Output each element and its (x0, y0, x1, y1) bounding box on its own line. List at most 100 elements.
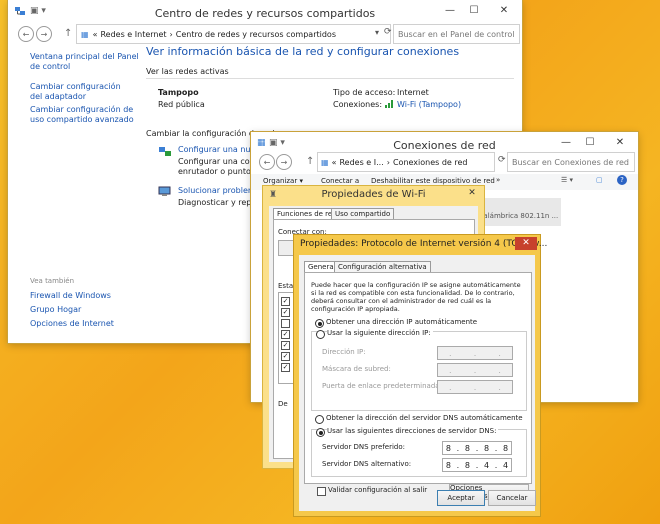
sidebar-link-sharing[interactable]: Cambiar configuración de uso compartido … (30, 105, 140, 125)
gateway-label: Puerta de enlace predeterminada: (322, 382, 442, 390)
organize-menu[interactable]: Organizar ▾ (263, 177, 303, 185)
ip-address-field[interactable]: ... (437, 346, 513, 360)
item-checkbox[interactable] (281, 319, 290, 328)
refresh-icon[interactable]: ⟳ (384, 27, 392, 37)
manual-dns-radio[interactable] (316, 428, 325, 437)
items-list: ✓ ✓ ✓ ✓ ✓ ✓ (278, 292, 294, 384)
address-bar[interactable]: ▦ « Redes e Internet › Centro de redes y… (76, 24, 391, 44)
maximize-button[interactable]: ☐ (578, 132, 602, 152)
octet: 4 (502, 460, 509, 470)
validate-checkbox[interactable] (317, 487, 326, 496)
auto-ip-label[interactable]: Obtener una dirección IP automáticamente (326, 318, 477, 326)
alternate-dns-label: Servidor DNS alternativo: (322, 460, 412, 468)
octet: 8 (502, 443, 509, 453)
subnet-label: Máscara de subred: (322, 365, 391, 373)
address-overflow[interactable]: « (332, 158, 337, 167)
wifi-signal-icon (385, 99, 394, 111)
close-button[interactable]: ✕ (602, 132, 638, 152)
dialog-body: General Configuración alternativa Puede … (299, 255, 535, 511)
breadcrumb-separator: › (386, 157, 390, 167)
ok-button[interactable]: Aceptar (437, 490, 485, 506)
minimize-button[interactable]: — (438, 0, 462, 20)
description-text: Puede hacer que la configuración IP se a… (311, 281, 521, 313)
see-also-homegroup[interactable]: Grupo Hogar (30, 305, 81, 314)
dns-groupbox: Usar las siguientes direcciones de servi… (311, 427, 527, 477)
access-type-value: Internet (397, 88, 429, 97)
description-label: De (278, 400, 288, 408)
address-dropdown-icon[interactable]: ▾ (375, 28, 379, 37)
octet: 8 (464, 443, 470, 453)
forward-button[interactable]: → (276, 154, 292, 170)
connect-to-button[interactable]: Conectar a (321, 177, 359, 185)
minimize-button[interactable]: — (554, 132, 578, 152)
octet: 8 (445, 460, 451, 470)
octet: 4 (483, 460, 490, 470)
forward-button[interactable]: → (36, 26, 52, 42)
breadcrumb-redes[interactable]: Redes e I... (339, 158, 383, 167)
item-checkbox[interactable]: ✓ (281, 297, 290, 306)
item-checkbox[interactable]: ✓ (281, 363, 290, 372)
close-button[interactable]: ✕ (515, 237, 537, 250)
preview-pane-icon[interactable]: ▢ (596, 176, 603, 184)
titlebar[interactable]: ▣ ▾ Centro de redes y recursos compartid… (8, 0, 522, 26)
address-bar[interactable]: ▦ « Redes e I... › Conexiones de red (317, 152, 495, 172)
search-placeholder: Buscar en el Panel de control (398, 29, 515, 39)
see-also-firewall[interactable]: Firewall de Windows (30, 291, 111, 300)
dialog-title: Propiedades: Protocolo de Internet versi… (300, 239, 548, 249)
address-overflow[interactable]: « (93, 30, 98, 39)
breadcrumb-current[interactable]: Centro de redes y recursos compartidos (176, 30, 336, 39)
up-arrow-icon[interactable]: ↑ (64, 28, 72, 39)
cancel-button[interactable]: Cancelar (488, 490, 536, 506)
close-button[interactable]: ✕ (486, 0, 522, 20)
divider (146, 78, 514, 79)
item-checkbox[interactable]: ✓ (281, 352, 290, 361)
up-arrow-icon[interactable]: ↑ (306, 156, 314, 167)
help-icon[interactable]: ? (617, 175, 627, 185)
ip-groupbox: Usar la siguiente dirección IP: Direcció… (311, 329, 527, 411)
auto-dns-radio[interactable] (315, 415, 324, 424)
close-button[interactable]: ✕ (464, 188, 480, 200)
octet: 8 (483, 443, 490, 453)
manual-dns-label[interactable]: Usar las siguientes direcciones de servi… (327, 427, 499, 435)
access-type-label: Tipo de acceso: (333, 88, 396, 97)
search-input[interactable]: Buscar en el Panel de control (393, 24, 520, 44)
search-input[interactable]: Buscar en Conexiones de red (507, 152, 635, 172)
subnet-field[interactable]: ... (437, 363, 513, 377)
item-checkbox[interactable]: ✓ (281, 308, 290, 317)
troubleshoot-icon (158, 186, 171, 200)
preferred-dns-field[interactable]: 8. 8. 8. 8 (442, 441, 512, 455)
preferred-dns-label: Servidor DNS preferido: (322, 443, 405, 451)
connections-link[interactable]: Wi-Fi (Tampopo) (397, 100, 461, 109)
network-type[interactable]: Red pública (158, 100, 205, 109)
auto-ip-radio[interactable] (315, 319, 324, 328)
auto-dns-label[interactable]: Obtener la dirección del servidor DNS au… (326, 414, 523, 422)
sidebar-link-adapter[interactable]: Cambiar configuración del adaptador (30, 82, 130, 102)
breadcrumb-current[interactable]: Conexiones de red (393, 158, 468, 167)
toolbar-overflow[interactable]: » (496, 176, 500, 184)
dialog-title: Propiedades de Wi-Fi (321, 189, 426, 200)
address-folder-icon: ▦ (81, 29, 89, 39)
manual-ip-label[interactable]: Usar la siguiente dirección IP: (327, 329, 433, 337)
view-options-icon[interactable]: ☰ ▾ (561, 176, 573, 184)
connections-label: Conexiones: (333, 100, 383, 109)
octet: 8 (445, 443, 451, 453)
see-also-internet-options[interactable]: Opciones de Internet (30, 319, 114, 328)
item-checkbox[interactable]: ✓ (281, 341, 290, 350)
alternate-dns-field[interactable]: 8. 8. 4. 4 (442, 458, 512, 472)
back-button[interactable]: ← (259, 154, 275, 170)
network-setup-icon (158, 145, 172, 160)
active-networks-label: Ver las redes activas (146, 67, 229, 76)
back-button[interactable]: ← (18, 26, 34, 42)
octet: 8 (464, 460, 470, 470)
network-name: Tampopo (158, 88, 199, 97)
manual-ip-radio[interactable] (316, 330, 325, 339)
maximize-button[interactable]: ☐ (462, 0, 486, 20)
sidebar-link-control-panel[interactable]: Ventana principal del Panel de control (30, 52, 140, 72)
gateway-field[interactable]: ... (437, 380, 513, 394)
refresh-icon[interactable]: ⟳ (498, 155, 506, 165)
validate-label[interactable]: Validar configuración al salir (328, 486, 427, 494)
item-checkbox[interactable]: ✓ (281, 330, 290, 339)
address-folder-icon: ▦ (321, 157, 329, 167)
breadcrumb-redes[interactable]: Redes e Internet (100, 30, 166, 39)
disable-device-button[interactable]: Deshabilitar este dispositivo de red (371, 177, 495, 185)
